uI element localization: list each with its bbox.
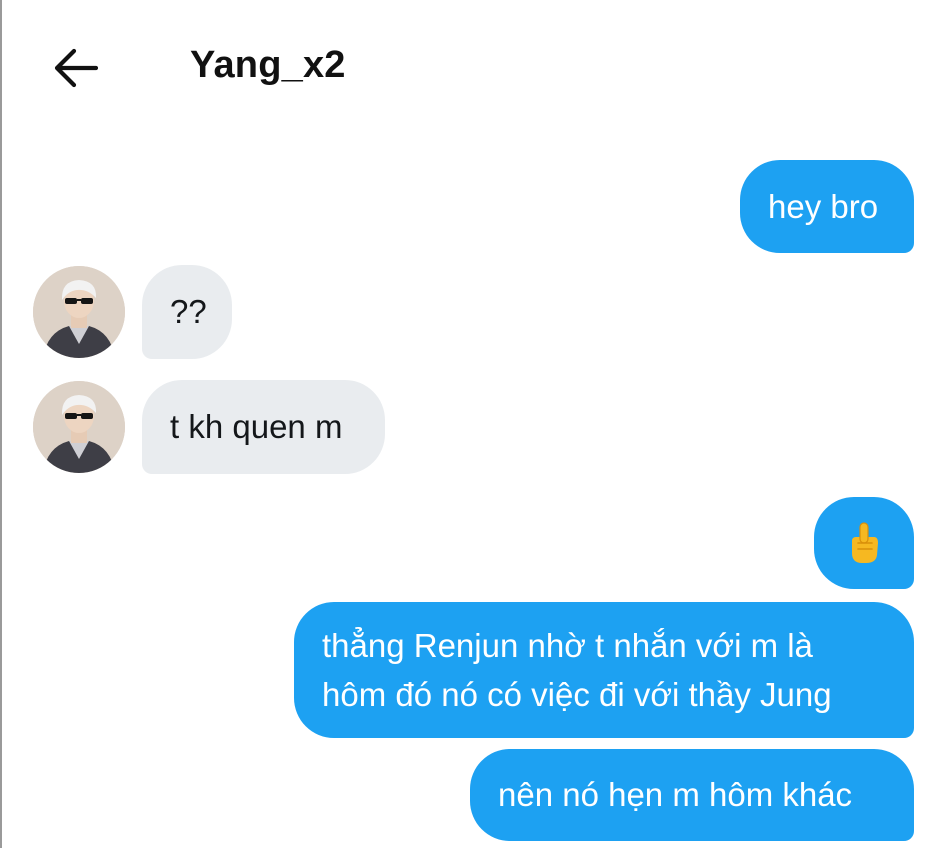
message-bubble-outgoing[interactable]: thẳng Renjun nhờ t nhắn với m là hôm đó … xyxy=(294,602,914,738)
message-line: thẳng Renjun nhờ t nhắn với m là xyxy=(322,627,813,664)
message-bubble-incoming[interactable]: t kh quen m xyxy=(142,380,385,474)
message-bubble-outgoing[interactable]: nên nó hẹn m hôm khác xyxy=(470,749,914,841)
back-button[interactable] xyxy=(50,46,100,90)
message-bubble-outgoing[interactable]: hey bro xyxy=(740,160,914,253)
profile-avatar[interactable] xyxy=(33,266,125,358)
profile-avatar[interactable] xyxy=(33,381,125,473)
message-bubble-incoming[interactable]: ?? xyxy=(142,265,232,359)
message-text: hey bro xyxy=(768,187,879,225)
message-text: t kh quen m xyxy=(170,408,343,445)
avatar-photo xyxy=(33,381,125,473)
conversation-title: Yang_x2 xyxy=(190,44,346,86)
message-text: ?? xyxy=(170,293,207,330)
chat-header: Yang_x2 xyxy=(0,0,945,130)
message-line: hôm đó nó có việc đi với thầy Jung xyxy=(322,676,832,713)
message-text: nên nó hẹn m hôm khác xyxy=(498,776,853,813)
pointing-up-hand-emoji xyxy=(852,522,878,563)
message-text: thẳng Renjun nhờ t nhắn với m là hôm đó … xyxy=(322,621,832,719)
arrow-left-icon xyxy=(54,48,98,88)
message-bubble-outgoing[interactable] xyxy=(814,497,914,589)
avatar-photo xyxy=(33,266,125,358)
